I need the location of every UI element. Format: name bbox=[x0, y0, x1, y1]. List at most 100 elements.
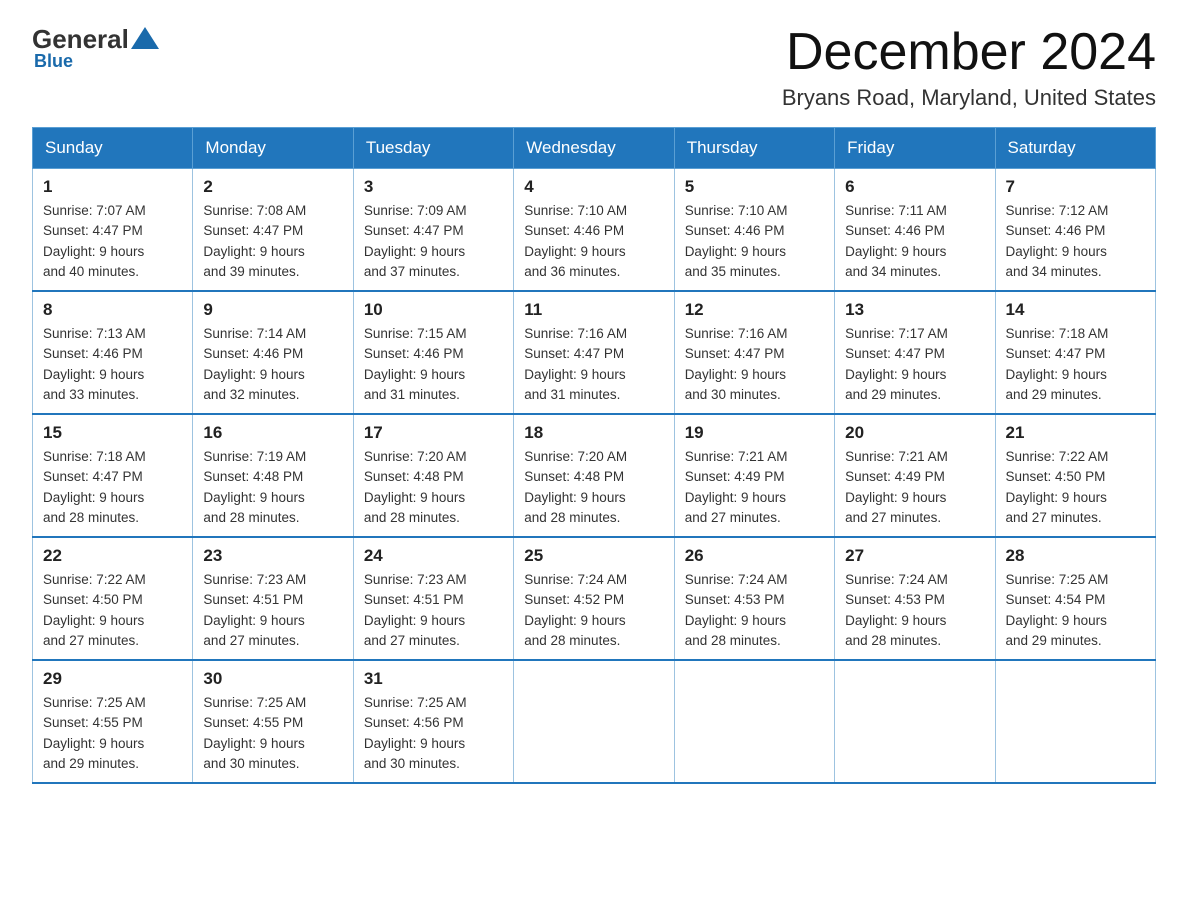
calendar-day-cell bbox=[674, 660, 834, 783]
day-of-week-header: Saturday bbox=[995, 128, 1155, 169]
calendar-week-row: 15 Sunrise: 7:18 AMSunset: 4:47 PMDayligh… bbox=[33, 414, 1156, 537]
day-info: Sunrise: 7:23 AMSunset: 4:51 PMDaylight:… bbox=[364, 570, 503, 651]
day-info: Sunrise: 7:24 AMSunset: 4:53 PMDaylight:… bbox=[845, 570, 984, 651]
day-info: Sunrise: 7:21 AMSunset: 4:49 PMDaylight:… bbox=[685, 447, 824, 528]
day-of-week-header: Thursday bbox=[674, 128, 834, 169]
day-number: 25 bbox=[524, 546, 663, 566]
calendar-day-cell: 23 Sunrise: 7:23 AMSunset: 4:51 PMDayligh… bbox=[193, 537, 353, 660]
calendar-day-cell: 14 Sunrise: 7:18 AMSunset: 4:47 PMDayligh… bbox=[995, 291, 1155, 414]
day-number: 15 bbox=[43, 423, 182, 443]
day-of-week-header: Friday bbox=[835, 128, 995, 169]
calendar-day-cell: 20Sunrise: 7:21 AMSunset: 4:49 PMDayligh… bbox=[835, 414, 995, 537]
day-info: Sunrise: 7:23 AMSunset: 4:51 PMDaylight:… bbox=[203, 570, 342, 651]
day-info: Sunrise: 7:16 AMSunset: 4:47 PMDaylight:… bbox=[524, 324, 663, 405]
calendar-day-cell: 16 Sunrise: 7:19 AMSunset: 4:48 PMDayligh… bbox=[193, 414, 353, 537]
day-number: 8 bbox=[43, 300, 182, 320]
day-number: 27 bbox=[845, 546, 984, 566]
day-number: 22 bbox=[43, 546, 182, 566]
title-section: December 2024 Bryans Road, Maryland, Uni… bbox=[782, 24, 1156, 111]
day-number: 18 bbox=[524, 423, 663, 443]
day-info: Sunrise: 7:14 AMSunset: 4:46 PMDaylight:… bbox=[203, 324, 342, 405]
calendar-day-cell: 18 Sunrise: 7:20 AMSunset: 4:48 PMDayligh… bbox=[514, 414, 674, 537]
day-info: Sunrise: 7:25 AMSunset: 4:54 PMDaylight:… bbox=[1006, 570, 1145, 651]
calendar-day-cell: 31Sunrise: 7:25 AMSunset: 4:56 PMDayligh… bbox=[353, 660, 513, 783]
location-text: Bryans Road, Maryland, United States bbox=[782, 85, 1156, 111]
calendar-week-row: 22 Sunrise: 7:22 AMSunset: 4:50 PMDayligh… bbox=[33, 537, 1156, 660]
calendar-day-cell: 9 Sunrise: 7:14 AMSunset: 4:46 PMDaylight… bbox=[193, 291, 353, 414]
day-info: Sunrise: 7:19 AMSunset: 4:48 PMDaylight:… bbox=[203, 447, 342, 528]
calendar-day-cell bbox=[514, 660, 674, 783]
day-info: Sunrise: 7:22 AMSunset: 4:50 PMDaylight:… bbox=[43, 570, 182, 651]
day-number: 12 bbox=[685, 300, 824, 320]
calendar-day-cell: 26 Sunrise: 7:24 AMSunset: 4:53 PMDayligh… bbox=[674, 537, 834, 660]
calendar-table: SundayMondayTuesdayWednesdayThursdayFrid… bbox=[32, 127, 1156, 784]
calendar-day-cell: 4 Sunrise: 7:10 AMSunset: 4:46 PMDaylight… bbox=[514, 169, 674, 292]
day-info: Sunrise: 7:25 AMSunset: 4:55 PMDaylight:… bbox=[43, 693, 182, 774]
calendar-day-cell: 28 Sunrise: 7:25 AMSunset: 4:54 PMDayligh… bbox=[995, 537, 1155, 660]
day-number: 17 bbox=[364, 423, 503, 443]
day-of-week-header: Monday bbox=[193, 128, 353, 169]
day-info: Sunrise: 7:24 AMSunset: 4:53 PMDaylight:… bbox=[685, 570, 824, 651]
day-number: 19 bbox=[685, 423, 824, 443]
day-info: Sunrise: 7:18 AMSunset: 4:47 PMDaylight:… bbox=[1006, 324, 1145, 405]
day-number: 1 bbox=[43, 177, 182, 197]
day-number: 23 bbox=[203, 546, 342, 566]
day-number: 10 bbox=[364, 300, 503, 320]
day-number: 14 bbox=[1006, 300, 1145, 320]
logo-blue-text: Blue bbox=[34, 51, 73, 72]
month-title: December 2024 bbox=[782, 24, 1156, 81]
calendar-day-cell: 21 Sunrise: 7:22 AMSunset: 4:50 PMDayligh… bbox=[995, 414, 1155, 537]
calendar-day-cell: 6Sunrise: 7:11 AMSunset: 4:46 PMDaylight… bbox=[835, 169, 995, 292]
day-number: 4 bbox=[524, 177, 663, 197]
day-number: 21 bbox=[1006, 423, 1145, 443]
day-info: Sunrise: 7:25 AMSunset: 4:55 PMDaylight:… bbox=[203, 693, 342, 774]
calendar-day-cell: 19 Sunrise: 7:21 AMSunset: 4:49 PMDayligh… bbox=[674, 414, 834, 537]
day-number: 16 bbox=[203, 423, 342, 443]
day-number: 5 bbox=[685, 177, 824, 197]
calendar-day-cell: 27 Sunrise: 7:24 AMSunset: 4:53 PMDayligh… bbox=[835, 537, 995, 660]
calendar-day-cell: 24 Sunrise: 7:23 AMSunset: 4:51 PMDayligh… bbox=[353, 537, 513, 660]
day-info: Sunrise: 7:21 AMSunset: 4:49 PMDaylight:… bbox=[845, 447, 984, 528]
day-info: Sunrise: 7:24 AMSunset: 4:52 PMDaylight:… bbox=[524, 570, 663, 651]
calendar-day-cell bbox=[835, 660, 995, 783]
day-number: 30 bbox=[203, 669, 342, 689]
calendar-day-cell: 22 Sunrise: 7:22 AMSunset: 4:50 PMDayligh… bbox=[33, 537, 193, 660]
day-number: 13 bbox=[845, 300, 984, 320]
day-info: Sunrise: 7:25 AMSunset: 4:56 PMDaylight:… bbox=[364, 693, 503, 774]
day-info: Sunrise: 7:07 AMSunset: 4:47 PMDaylight:… bbox=[43, 201, 182, 282]
day-info: Sunrise: 7:10 AMSunset: 4:46 PMDaylight:… bbox=[524, 201, 663, 282]
day-number: 26 bbox=[685, 546, 824, 566]
day-number: 24 bbox=[364, 546, 503, 566]
day-number: 28 bbox=[1006, 546, 1145, 566]
day-of-week-header: Sunday bbox=[33, 128, 193, 169]
calendar-day-cell: 3Sunrise: 7:09 AMSunset: 4:47 PMDaylight… bbox=[353, 169, 513, 292]
calendar-day-cell: 1 Sunrise: 7:07 AMSunset: 4:47 PMDaylight… bbox=[33, 169, 193, 292]
calendar-day-cell: 25 Sunrise: 7:24 AMSunset: 4:52 PMDayligh… bbox=[514, 537, 674, 660]
logo: General Blue bbox=[32, 24, 161, 72]
day-info: Sunrise: 7:16 AMSunset: 4:47 PMDaylight:… bbox=[685, 324, 824, 405]
day-info: Sunrise: 7:20 AMSunset: 4:48 PMDaylight:… bbox=[524, 447, 663, 528]
day-number: 9 bbox=[203, 300, 342, 320]
day-number: 7 bbox=[1006, 177, 1145, 197]
calendar-week-row: 29 Sunrise: 7:25 AMSunset: 4:55 PMDayligh… bbox=[33, 660, 1156, 783]
day-info: Sunrise: 7:18 AMSunset: 4:47 PMDaylight:… bbox=[43, 447, 182, 528]
day-number: 11 bbox=[524, 300, 663, 320]
day-info: Sunrise: 7:22 AMSunset: 4:50 PMDaylight:… bbox=[1006, 447, 1145, 528]
day-of-week-header: Wednesday bbox=[514, 128, 674, 169]
page-header: General Blue December 2024 Bryans Road, … bbox=[32, 24, 1156, 111]
day-info: Sunrise: 7:09 AMSunset: 4:47 PMDaylight:… bbox=[364, 201, 503, 282]
calendar-day-cell: 13 Sunrise: 7:17 AMSunset: 4:47 PMDayligh… bbox=[835, 291, 995, 414]
day-info: Sunrise: 7:12 AMSunset: 4:46 PMDaylight:… bbox=[1006, 201, 1145, 282]
calendar-header-row: SundayMondayTuesdayWednesdayThursdayFrid… bbox=[33, 128, 1156, 169]
day-number: 6 bbox=[845, 177, 984, 197]
calendar-day-cell: 12 Sunrise: 7:16 AMSunset: 4:47 PMDayligh… bbox=[674, 291, 834, 414]
calendar-day-cell: 17 Sunrise: 7:20 AMSunset: 4:48 PMDayligh… bbox=[353, 414, 513, 537]
day-info: Sunrise: 7:13 AMSunset: 4:46 PMDaylight:… bbox=[43, 324, 182, 405]
day-info: Sunrise: 7:20 AMSunset: 4:48 PMDaylight:… bbox=[364, 447, 503, 528]
calendar-day-cell: 15 Sunrise: 7:18 AMSunset: 4:47 PMDayligh… bbox=[33, 414, 193, 537]
calendar-day-cell: 29 Sunrise: 7:25 AMSunset: 4:55 PMDayligh… bbox=[33, 660, 193, 783]
day-info: Sunrise: 7:08 AMSunset: 4:47 PMDaylight:… bbox=[203, 201, 342, 282]
calendar-day-cell: 7 Sunrise: 7:12 AMSunset: 4:46 PMDaylight… bbox=[995, 169, 1155, 292]
day-info: Sunrise: 7:17 AMSunset: 4:47 PMDaylight:… bbox=[845, 324, 984, 405]
day-number: 29 bbox=[43, 669, 182, 689]
